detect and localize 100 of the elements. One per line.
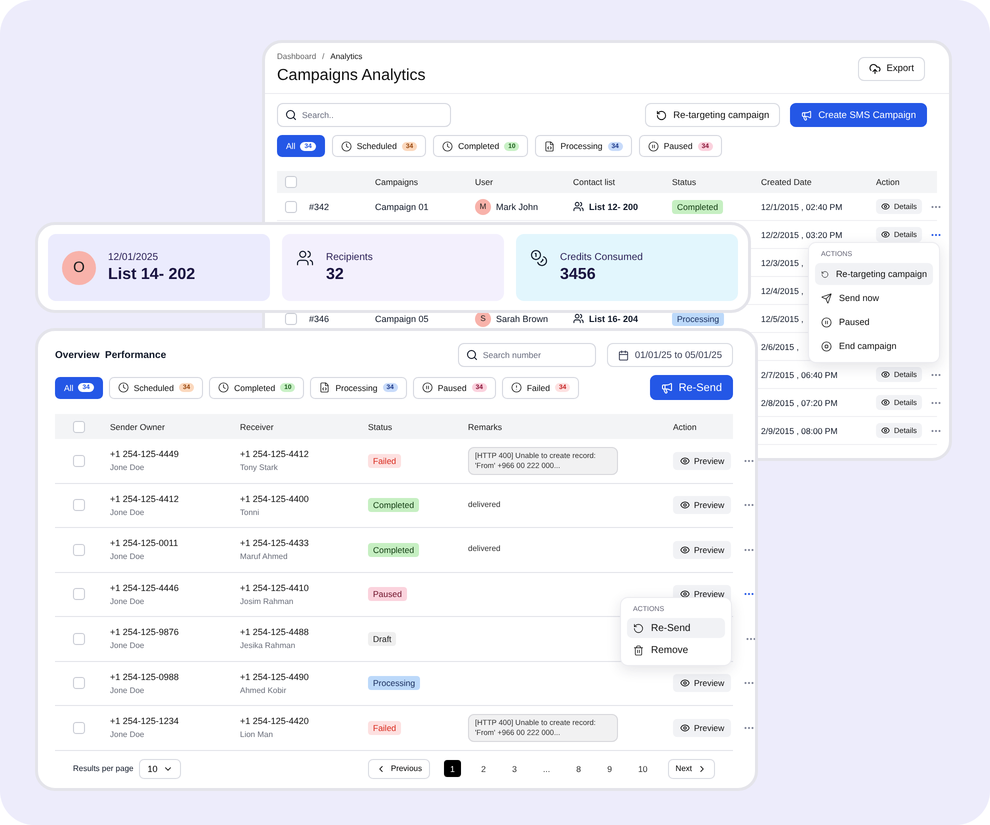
pause-icon	[422, 382, 433, 393]
receiver-number: +1 254-125-4412	[240, 449, 310, 460]
calendar-icon	[618, 350, 629, 360]
created-date: 12/3/2015 ,	[761, 258, 804, 268]
resend-button[interactable]: Re-Send	[650, 375, 733, 400]
menu-item[interactable]: Re-Send	[627, 618, 725, 638]
preview-button[interactable]: Preview	[673, 540, 732, 559]
campaign-id: #346	[309, 314, 330, 324]
filter-label: All	[64, 382, 74, 392]
status-badge: Completed	[672, 200, 724, 214]
checkbox[interactable]	[73, 420, 85, 432]
page-button[interactable]: 10	[632, 760, 654, 777]
eye-icon	[680, 722, 690, 733]
sender-number: +1 254-125-4412	[110, 494, 180, 504]
status-badge: Processing	[368, 676, 420, 690]
menu-item[interactable]: Re-targeting campaign	[815, 263, 933, 285]
page-button[interactable]: 3	[506, 760, 523, 777]
sender-name: Jone Doe	[110, 641, 146, 650]
coins-icon	[530, 249, 548, 267]
checkbox[interactable]	[73, 677, 85, 690]
filter-label: Processing	[560, 141, 602, 151]
column-header: Created Date	[761, 177, 813, 187]
receiver-number: +1 254-125-4420	[240, 716, 310, 726]
column-header: User	[475, 177, 494, 187]
contact-list: List 12- 200	[589, 202, 638, 212]
eye-icon	[680, 589, 690, 600]
filter-label: Scheduled	[134, 382, 174, 392]
status-badge: Draft	[368, 632, 396, 646]
receiver-name: Jesika Rahman	[240, 641, 296, 650]
eye-icon	[881, 426, 890, 435]
breadcrumb-link[interactable]: Analytics	[330, 52, 362, 61]
checkbox[interactable]	[73, 454, 85, 467]
preview-button[interactable]: Preview	[673, 496, 732, 514]
column-header: Sender Owner	[110, 422, 166, 432]
receiver-name: Josim Rahman	[240, 596, 294, 606]
receiver-name: Ahmed Kobir	[240, 686, 288, 695]
status-badge: Completed	[368, 542, 420, 557]
clock-icon	[442, 140, 454, 152]
sender-name: Jone Doe	[110, 463, 146, 472]
recipients-count: 32	[326, 266, 345, 284]
recipients-label: Recipients	[326, 252, 373, 262]
credits-count: 3456	[560, 266, 597, 284]
pause-icon	[648, 140, 659, 152]
sender-name: Jone Doe	[110, 552, 146, 562]
eye-icon	[881, 202, 890, 211]
page-button[interactable]: 8	[570, 760, 588, 777]
page-button[interactable]: ...	[536, 760, 556, 777]
checkbox[interactable]	[73, 544, 85, 556]
column-header: Campaigns	[375, 177, 419, 187]
receiver-name: Tony Stark	[240, 463, 279, 472]
search-icon	[466, 349, 478, 361]
previous-button[interactable]: Previous	[368, 758, 430, 778]
per-page-select[interactable]: 10	[139, 758, 180, 778]
search-field[interactable]: Search number	[458, 343, 596, 367]
date-range-picker[interactable]: 01/01/25 to 05/01/25	[606, 343, 733, 367]
checkbox[interactable]	[73, 588, 85, 600]
receiver-number: +1 254-125-4400	[240, 494, 310, 504]
receiver-number: +1 254-125-4490	[240, 672, 310, 682]
created-date: 2/8/2015 , 07:20 PM	[761, 398, 838, 408]
users-icon	[573, 201, 584, 212]
filter-label: Processing	[335, 382, 378, 392]
eye-icon	[881, 370, 890, 379]
users-icon	[296, 249, 314, 267]
page-button[interactable]: 1	[444, 760, 461, 777]
checkbox[interactable]	[285, 312, 297, 324]
checkbox[interactable]	[285, 200, 297, 212]
send-icon	[821, 292, 832, 304]
created-date: 2/7/2015 , 06:40 PM	[761, 370, 838, 380]
sender-name: Jone Doe	[110, 730, 146, 740]
retargeting-button[interactable]: Re-targeting campaign	[645, 103, 780, 127]
page-button[interactable]: 9	[601, 760, 618, 777]
create-campaign-button[interactable]: Create SMS Campaign	[790, 103, 927, 127]
checkbox[interactable]	[73, 722, 85, 734]
column-header: Status	[368, 422, 394, 432]
receiver-number: +1 254-125-4410	[240, 582, 310, 593]
user-name: Sarah Brown	[496, 314, 548, 324]
preview-button[interactable]: Preview	[673, 452, 732, 470]
checkbox[interactable]	[73, 632, 85, 645]
sender-number: +1 254-125-9876	[110, 627, 180, 638]
checkbox[interactable]	[73, 499, 85, 512]
created-date: 12/5/2015 ,	[761, 314, 804, 324]
created-date: 2/9/2015 , 08:00 PM	[761, 426, 838, 436]
next-button[interactable]: Next	[668, 758, 715, 778]
column-header: Contact list	[573, 177, 616, 187]
page-title: Campaigns Analytics	[277, 67, 426, 85]
section-title: Overview Performance	[55, 350, 166, 360]
checkbox[interactable]	[285, 176, 297, 188]
created-date: 2/6/2015 ,	[761, 342, 799, 352]
breadcrumb-link[interactable]: Dashboard	[277, 52, 316, 61]
eye-icon	[881, 398, 890, 407]
preview-button[interactable]: Preview	[673, 718, 732, 737]
clock-icon	[340, 140, 352, 152]
file-code-icon	[544, 140, 556, 152]
search-icon	[285, 109, 297, 121]
page-button[interactable]: 2	[474, 760, 492, 777]
export-button[interactable]: Export	[858, 56, 925, 80]
preview-button[interactable]: Preview	[673, 674, 732, 692]
megaphone-icon	[801, 110, 812, 120]
campaign-id: #342	[309, 202, 330, 212]
search-field[interactable]: Search..	[277, 103, 451, 127]
